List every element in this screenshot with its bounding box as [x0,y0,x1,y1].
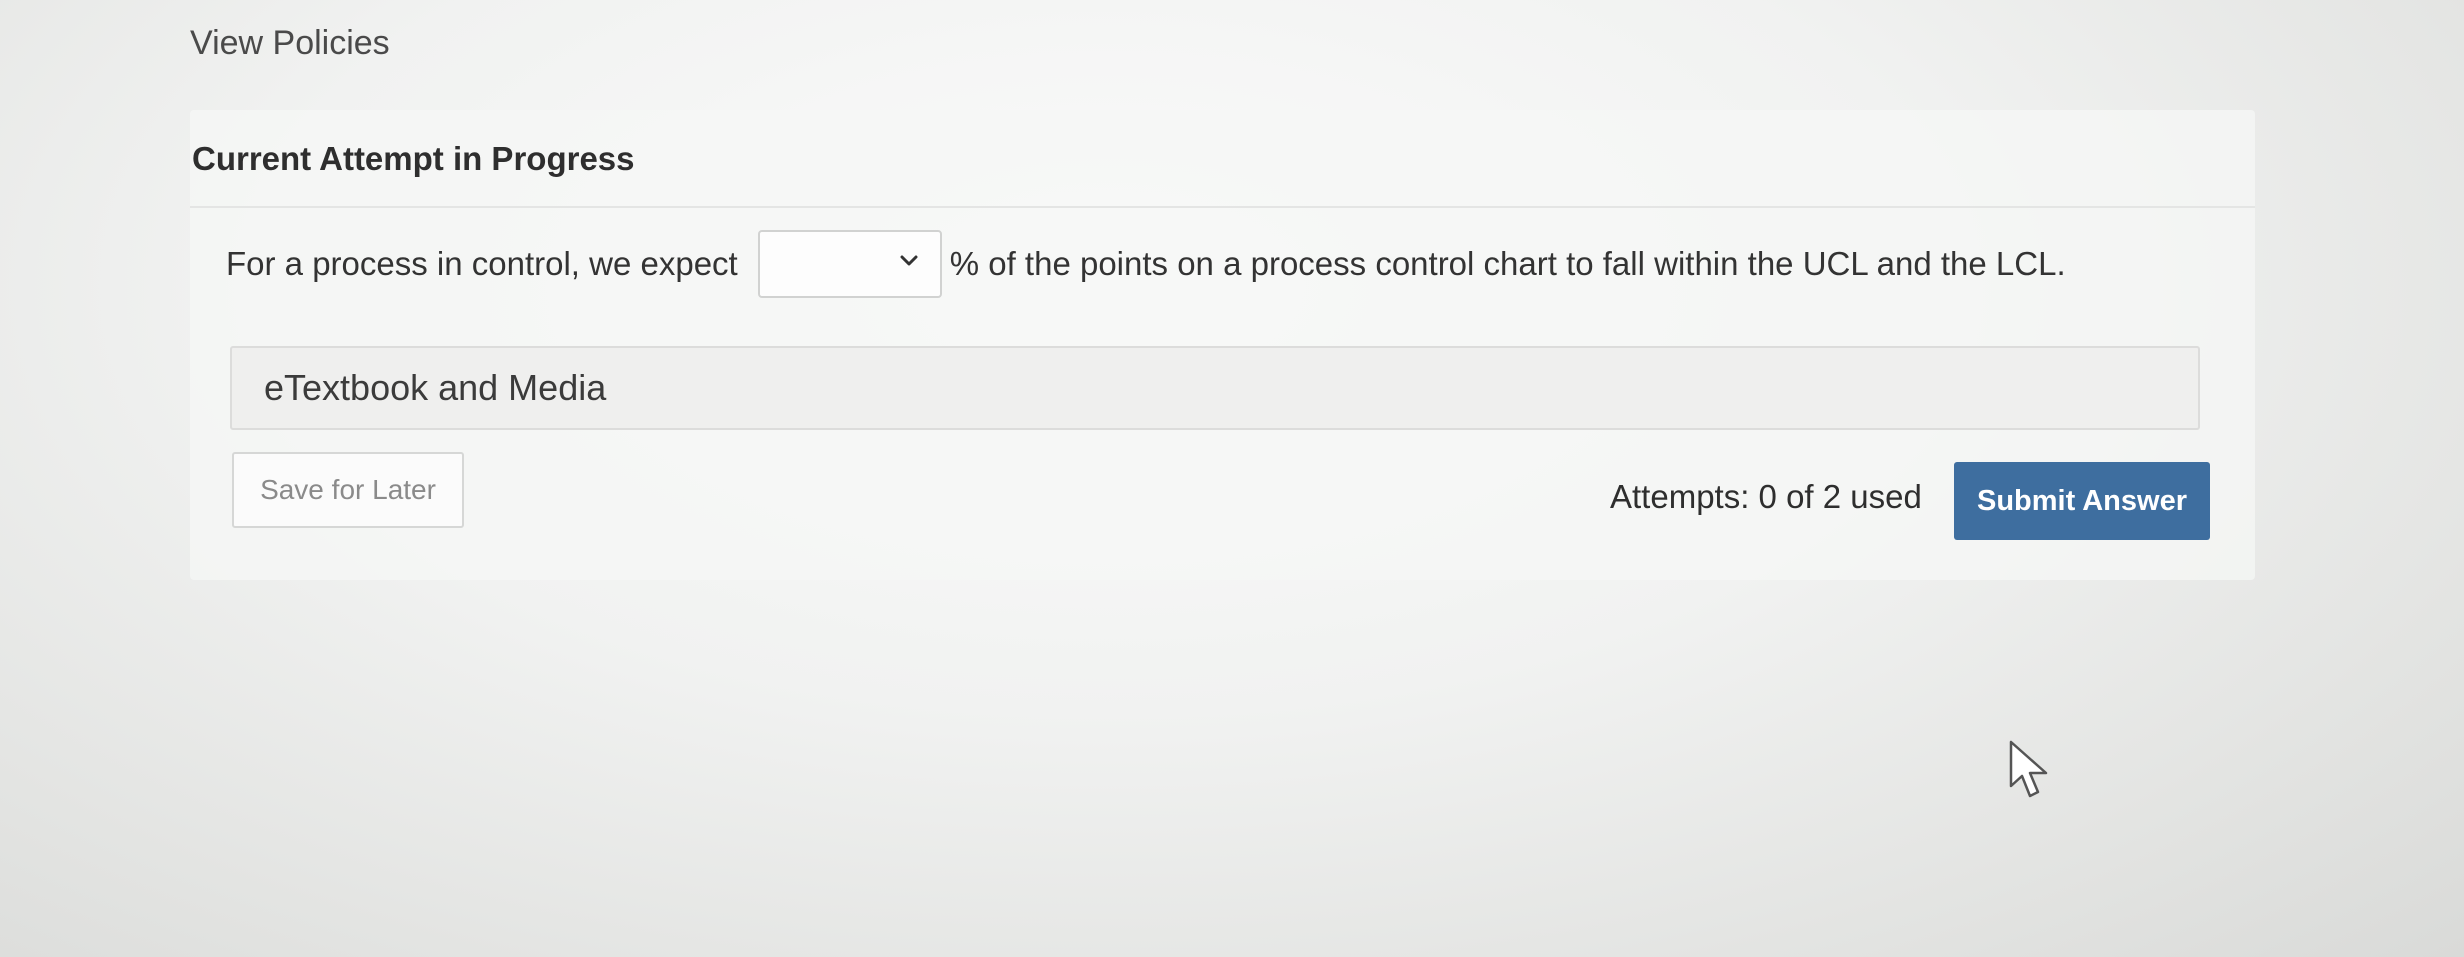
current-attempt-panel: Current Attempt in Progress For a proces… [190,110,2255,580]
submit-answer-button[interactable]: Submit Answer [1954,462,2210,540]
chevron-down-icon [900,255,918,266]
panel-divider [190,206,2255,208]
etextbook-media-toggle[interactable]: eTextbook and Media [230,346,2200,430]
view-policies-link[interactable]: View Policies [190,24,390,63]
question-text-after: % of the points on a process control cha… [949,245,2066,282]
save-for-later-button[interactable]: Save for Later [232,452,464,528]
question-text-before: For a process in control, we expect [226,245,738,282]
percent-answer-select[interactable] [757,230,942,298]
mouse-cursor-icon [2009,740,2048,798]
attempts-counter: Attempts: 0 of 2 used [1610,478,1922,515]
question-text: For a process in control, we expect % of… [226,230,2066,298]
panel-title: Current Attempt in Progress [192,140,635,177]
